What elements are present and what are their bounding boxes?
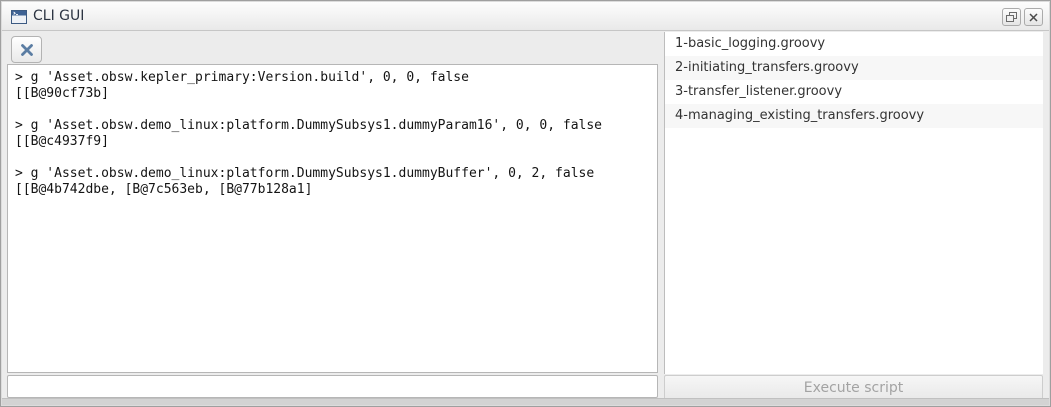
cli-gui-window: CLI GUI > g 'Asset.obsw.kepler_primary:V… xyxy=(0,0,1051,407)
execute-script-button[interactable]: Execute script xyxy=(664,375,1043,400)
x-clear-icon xyxy=(20,43,33,56)
script-list-item[interactable]: 2-initiating_transfers.groovy xyxy=(665,56,1043,80)
float-window-icon xyxy=(1006,12,1017,22)
command-input[interactable] xyxy=(7,375,658,398)
script-list-item[interactable]: 3-transfer_listener.groovy xyxy=(665,80,1043,104)
script-list-item[interactable]: 1-basic_logging.groovy xyxy=(665,32,1043,56)
window-title: CLI GUI xyxy=(33,8,85,24)
script-list: 1-basic_logging.groovy 2-initiating_tran… xyxy=(664,32,1043,374)
float-window-button[interactable] xyxy=(1002,8,1021,26)
close-window-button[interactable] xyxy=(1024,8,1043,26)
terminal-window-icon xyxy=(11,10,27,24)
script-list-item[interactable]: 4-managing_existing_transfers.groovy xyxy=(665,104,1043,128)
close-icon xyxy=(1029,12,1038,22)
console-output[interactable]: > g 'Asset.obsw.kepler_primary:Version.b… xyxy=(7,64,658,373)
console-text: > g 'Asset.obsw.kepler_primary:Version.b… xyxy=(15,70,602,197)
window-frame: CLI GUI > g 'Asset.obsw.kepler_primary:V… xyxy=(0,0,1051,407)
titlebar[interactable]: CLI GUI xyxy=(2,2,1049,31)
clear-console-button[interactable] xyxy=(11,36,42,63)
status-strip xyxy=(2,398,1049,405)
